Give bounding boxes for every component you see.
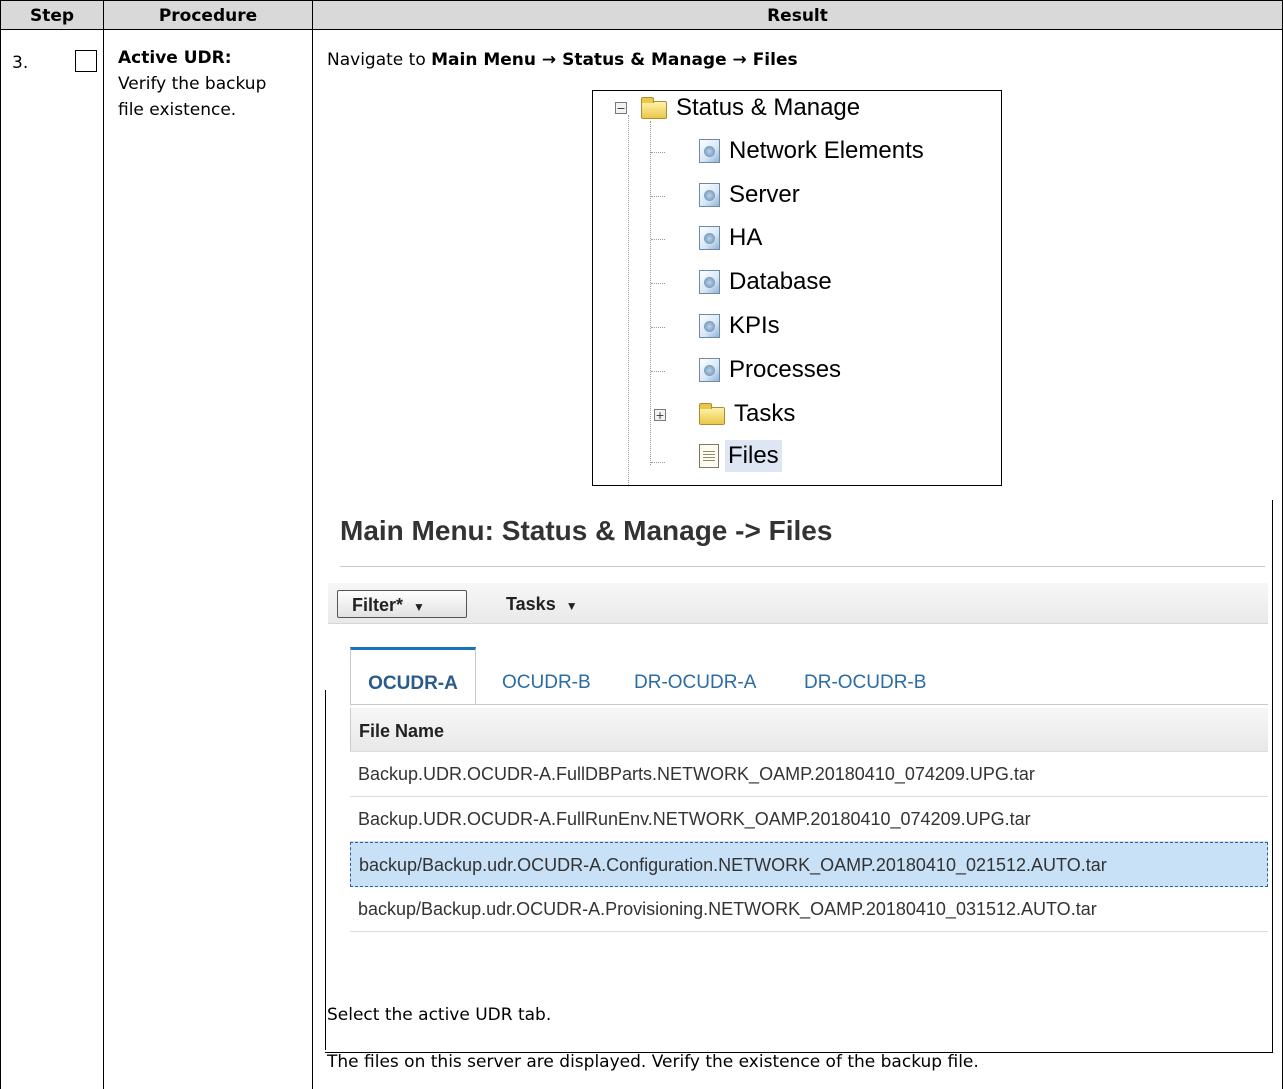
column-header-file-name[interactable]: File Name [350, 708, 1268, 752]
tree-item-status-manage[interactable]: Status & Manage [641, 92, 860, 124]
tree-item-database[interactable]: Database [699, 266, 832, 298]
tree-item-label: KPIs [729, 312, 780, 339]
files-page-screenshot: Main Menu: Status & Manage -> Files Filt… [325, 500, 1273, 1053]
tree-item-label: Network Elements [729, 137, 924, 164]
tree-item-network-elements[interactable]: Network Elements [699, 135, 924, 167]
tree-branch [651, 462, 665, 463]
files-table: File Name Backup.UDR.OCUDR-A.FullDBParts… [350, 708, 1268, 932]
menu-tree-screenshot: − Status & Manage Network Elements Serve… [592, 90, 1002, 486]
tab-dr-ocudr-a[interactable]: DR-OCUDR-A [634, 647, 756, 705]
tree-outer-guide [628, 115, 629, 485]
procedure-text: Active UDR: Verify the backup file exist… [118, 45, 288, 123]
tree-item-kpis[interactable]: KPIs [699, 310, 780, 342]
step-number: 3. [12, 53, 29, 73]
procedure-description: Verify the backup file existence. [118, 74, 267, 120]
step-checkbox[interactable] [75, 50, 97, 72]
table-border-left [0, 30, 1, 1089]
tab-baseline [350, 704, 1268, 705]
open-folder-icon [641, 97, 667, 119]
folder-icon [699, 403, 725, 425]
tree-inner-guide [650, 121, 651, 465]
expand-toggle-icon[interactable]: + [654, 409, 666, 421]
tab-ocudr-b[interactable]: OCUDR-B [502, 647, 591, 705]
header-procedure: Procedure [103, 0, 313, 30]
tab-ocudr-a[interactable]: OCUDR-A [350, 647, 476, 705]
tasks-label: Tasks [506, 594, 556, 614]
tree-item-files[interactable]: Files [699, 440, 782, 472]
procedure-table: Step Procedure Result 3. Active UDR: Ver… [0, 0, 1283, 1089]
status-page-icon [699, 226, 720, 250]
server-tabs: OCUDR-A OCUDR-B DR-OCUDR-A DR-OCUDR-B [350, 647, 1268, 705]
tree-item-label: Files [725, 440, 782, 472]
tasks-menu-button[interactable]: Tasks ▼ [506, 590, 578, 618]
collapse-toggle-icon[interactable]: − [615, 102, 627, 114]
screenshot-left-border [325, 690, 326, 1050]
tree-item-label: Processes [729, 356, 842, 383]
document-icon [699, 444, 719, 468]
column-divider-procedure [312, 30, 313, 1089]
tab-dr-ocudr-b[interactable]: DR-OCUDR-B [804, 647, 926, 705]
tree-branch [651, 152, 665, 153]
tree-item-label: Database [729, 268, 832, 295]
status-page-icon [699, 183, 720, 207]
table-row[interactable]: Backup.UDR.OCUDR-A.FullDBParts.NETWORK_O… [350, 752, 1268, 797]
tree-branch [651, 371, 665, 372]
tree-item-label: Server [729, 181, 800, 208]
tree-item-label: HA [729, 224, 763, 251]
navigate-instruction: Navigate to Main Menu → Status & Manage … [327, 47, 798, 73]
tree-branch [651, 283, 665, 284]
instruction-verify-file: The files on this server are displayed. … [327, 1052, 979, 1072]
status-page-icon [699, 139, 720, 163]
procedure-bold: Active UDR: [118, 48, 232, 68]
tree-item-processes[interactable]: Processes [699, 354, 841, 386]
table-row[interactable]: backup/Backup.udr.OCUDR-A.Provisioning.N… [350, 887, 1268, 932]
table-row[interactable]: Backup.UDR.OCUDR-A.FullRunEnv.NETWORK_OA… [350, 797, 1268, 842]
tree-branch [651, 327, 665, 328]
status-page-icon [699, 358, 720, 382]
dropdown-caret-icon: ▼ [413, 600, 425, 614]
tree-item-server[interactable]: Server [699, 179, 800, 211]
table-row-selected[interactable]: backup/Backup.udr.OCUDR-A.Configuration.… [350, 842, 1268, 887]
dropdown-caret-icon: ▼ [565, 599, 578, 613]
title-divider [340, 566, 1265, 567]
header-step: Step [0, 0, 104, 30]
navigate-path: Main Menu → Status & Manage → Files [431, 50, 798, 70]
status-page-icon [699, 270, 720, 294]
tree-item-tasks[interactable]: Tasks [699, 398, 795, 430]
tree-branch [651, 239, 665, 240]
navigate-prefix: Navigate to [327, 50, 432, 70]
tree-item-ha[interactable]: HA [699, 222, 762, 254]
tree-item-label: Tasks [734, 400, 796, 427]
status-page-icon [699, 314, 720, 338]
filter-button[interactable]: Filter* ▼ [337, 590, 467, 618]
filter-label: Filter* [352, 595, 404, 615]
instruction-select-tab: Select the active UDR tab. [327, 1005, 552, 1025]
page-title: Main Menu: Status & Manage -> Files [340, 515, 833, 546]
tree-branch [651, 196, 665, 197]
toolbar: Filter* ▼ Tasks ▼ [328, 583, 1268, 624]
tree-item-label: Status & Manage [676, 94, 861, 121]
header-result: Result [312, 0, 1283, 30]
column-divider-step [103, 30, 104, 1089]
